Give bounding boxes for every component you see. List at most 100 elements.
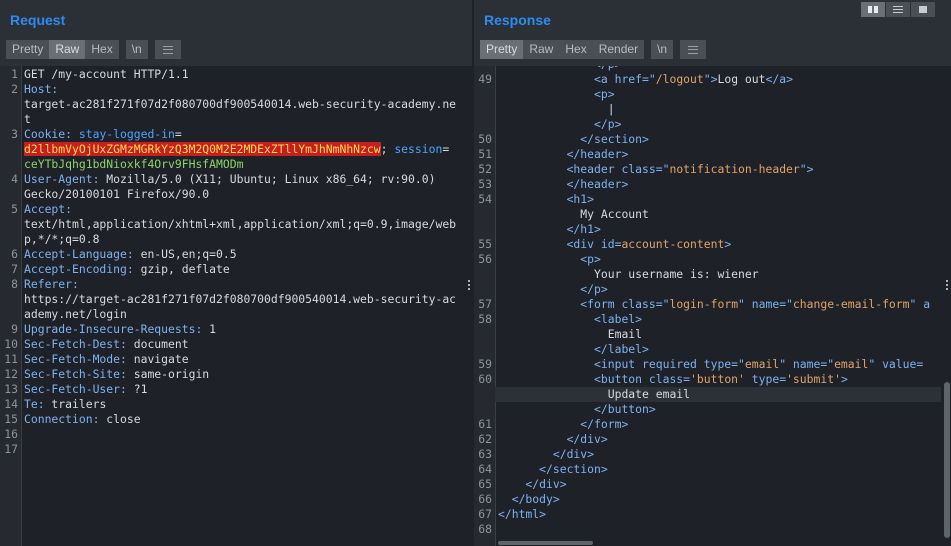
response-code-token: <header <box>498 162 622 176</box>
response-line-number: 59 <box>478 357 492 371</box>
request-tab-pretty[interactable]: Pretty <box>6 40 50 59</box>
response-code-line: 60 <button class='button' type='submit'> <box>474 372 951 387</box>
response-code-line: </button> <box>474 402 951 417</box>
request-code-token: Sec-Fetch-User: <box>24 382 127 396</box>
request-code-token: Host: <box>24 82 59 96</box>
request-line-code: Gecko/20100101 Firefox/90.0 <box>24 187 209 202</box>
response-line-code: </label> <box>498 342 649 357</box>
response-horizontal-scroll-thumb[interactable] <box>498 541 593 545</box>
response-code-token: <p> <box>498 87 615 101</box>
response-code-token: Update email <box>498 387 691 401</box>
response-code-token: <p> <box>498 252 601 266</box>
request-line-code: Connection: close <box>24 412 141 427</box>
response-code-token: </div> <box>498 432 608 446</box>
response-code-token: = <box>916 357 924 371</box>
request-code-token: Accept: <box>24 202 73 216</box>
request-resize-handle-icon[interactable] <box>468 280 471 294</box>
response-code-token: <div <box>498 237 601 251</box>
request-line-number: 16 <box>4 427 18 441</box>
response-view-tabs: Pretty Raw Hex Render \n <box>480 40 707 59</box>
response-code-line: </p> <box>474 282 951 297</box>
response-code-line: 65 </div> <box>474 477 951 492</box>
layout-stacked-icon[interactable] <box>886 2 910 17</box>
request-code-token: Accept-Encoding: <box>24 262 134 276</box>
request-menu-icon[interactable] <box>154 40 181 59</box>
request-line-code: text/html,application/xhtml+xml,applicat… <box>24 217 456 232</box>
response-tab-raw[interactable]: Raw <box>523 40 560 59</box>
response-pane: Response Pretty Raw Hex Render \n 49 <a … <box>474 0 951 546</box>
response-tab-hex[interactable]: Hex <box>559 40 593 59</box>
response-code-token: " <box>779 357 793 371</box>
response-line-number: 64 <box>478 462 492 476</box>
response-line-number: 66 <box>478 492 492 506</box>
response-code-token: class <box>621 162 656 176</box>
response-horizontal-scrollbar[interactable] <box>496 541 941 546</box>
request-tab-hex[interactable]: Hex <box>85 40 119 59</box>
request-line-number: 11 <box>4 352 18 366</box>
request-line-number: 1 <box>11 67 18 81</box>
request-line-number: 8 <box>11 277 18 291</box>
request-code-token: same-origin <box>126 367 210 381</box>
response-tab-render[interactable]: Render <box>592 40 645 59</box>
request-line-code: Sec-Fetch-Mode: navigate <box>24 352 189 367</box>
response-code-line: 67 </html> <box>474 507 951 522</box>
response-code-token: required type <box>642 357 732 371</box>
response-code-line: </p> <box>474 117 951 132</box>
response-code-token: </h1> <box>498 222 601 236</box>
request-code-token: Mozilla/5.0 (X11; Ubuntu; Linux x86_64; … <box>99 172 436 186</box>
request-line-code: Sec-Fetch-User: ?1 <box>24 382 147 397</box>
response-line-code: <p> <box>498 87 615 102</box>
request-code-token: = <box>442 142 450 156</box>
response-line-code: </form> <box>498 417 628 432</box>
request-code-line: d2llbmVyOjUxZGMzMGRkYzQ3M2Q0M2E2MDExZTll… <box>0 142 472 157</box>
response-menu-icon[interactable] <box>680 40 707 59</box>
request-line-number: 2 <box>11 82 18 96</box>
response-code-token: " <box>868 357 883 371</box>
response-code-line: 64 </section> <box>474 462 951 477</box>
request-line-code: Upgrade-Insecure-Requests: 1 <box>24 322 216 337</box>
response-code-token: <input <box>498 357 643 371</box>
request-code-line: 17 <box>0 442 472 457</box>
request-code-line: 12 Sec-Fetch-Site: same-origin <box>0 367 472 382</box>
response-code-token: <button <box>498 372 649 386</box>
request-editor[interactable]: 1 GET /my-account HTTP/1.1 2 Host: target-ac… <box>0 66 472 546</box>
response-code-token: = <box>683 372 691 386</box>
request-line-code: Accept-Encoding: gzip, deflate <box>24 262 230 277</box>
response-line-number: 68 <box>478 522 492 536</box>
request-code-token: Referer: <box>24 277 79 291</box>
response-code-token: value <box>882 357 917 371</box>
response-code-line: 52 <header class="notification-header"> <box>474 162 951 177</box>
request-line-code: Accept-Language: en-US,en;q=0.5 <box>24 247 237 262</box>
response-code-line: Email <box>474 327 951 342</box>
response-line-code: My Account <box>498 207 649 222</box>
request-tab-raw[interactable]: Raw <box>49 40 86 59</box>
response-code-line: 55 <div id=account-content> <box>474 237 951 252</box>
request-tab-newline[interactable]: \n <box>125 40 148 59</box>
response-code-token: 'button' <box>690 372 745 386</box>
response-editor[interactable]: </p>49 <a href="/logout">Log out</a> <p>… <box>474 66 951 546</box>
response-line-number: 51 <box>478 147 492 161</box>
response-code-token: </p> <box>498 282 608 296</box>
request-code-token: navigate <box>126 352 189 366</box>
response-tab-newline[interactable]: \n <box>651 40 674 59</box>
request-code-token: Cookie: <box>24 127 79 141</box>
response-code-token: notification-header <box>669 162 800 176</box>
request-code-token: Sec-Fetch-Dest: <box>24 337 127 351</box>
layout-tabs-icon[interactable] <box>911 2 935 17</box>
layout-side-by-side-icon[interactable] <box>861 2 885 17</box>
request-code-token: GET /my-account HTTP/1.1 <box>24 67 189 81</box>
response-code-token <box>745 372 752 386</box>
response-line-code: </div> <box>498 477 566 492</box>
response-line-code: </body> <box>498 492 560 507</box>
request-code-token: Sec-Fetch-Site: <box>24 367 127 381</box>
request-code-line: 1 GET /my-account HTTP/1.1 <box>0 67 472 82</box>
request-pane: Request Pretty Raw Hex \n 1 GET /my-accou… <box>0 0 472 546</box>
request-code-line: 6 Accept-Language: en-US,en;q=0.5 <box>0 247 472 262</box>
response-code-token: </header> <box>498 147 629 161</box>
response-resize-handle-icon[interactable] <box>946 280 949 294</box>
response-tab-pretty[interactable]: Pretty <box>480 40 524 59</box>
response-code-token: </body> <box>498 492 560 506</box>
response-code-token: name <box>751 297 780 311</box>
request-line-code: https://target-ac281f271f07d2f080700df90… <box>24 292 456 307</box>
response-line-number: 54 <box>478 192 492 206</box>
